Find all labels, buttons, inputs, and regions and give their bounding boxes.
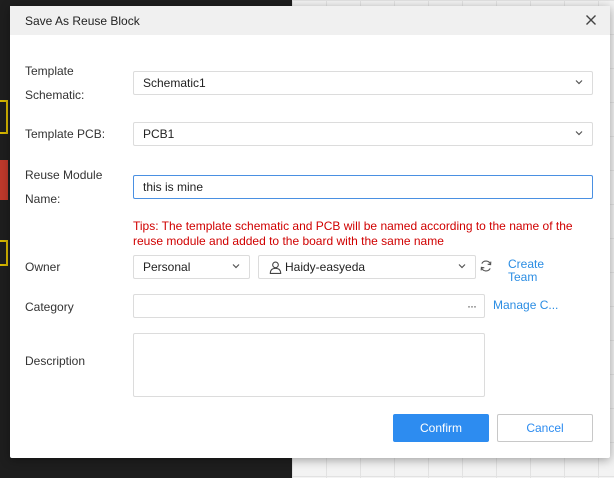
reuse-module-name-value: this is mine	[143, 180, 204, 194]
reuse-module-name-label-line2: Name:	[25, 192, 61, 206]
template-pcb-label: Template PCB:	[25, 127, 106, 141]
canvas-shape-yellow-bottom	[0, 240, 8, 266]
template-schematic-select[interactable]: Schematic1	[133, 71, 593, 95]
cancel-button[interactable]: Cancel	[497, 414, 593, 442]
template-schematic-label: Template	[25, 64, 74, 78]
create-team-link[interactable]: Create Team	[508, 258, 544, 284]
chevron-down-icon	[575, 80, 583, 85]
template-schematic-value: Schematic1	[143, 76, 206, 90]
owner-user-select[interactable]: Haidy-easyeda	[258, 255, 476, 279]
dialog-title: Save As Reuse Block	[25, 14, 140, 28]
template-schematic-label-line2: Schematic:	[25, 88, 85, 102]
save-as-reuse-block-dialog: Save As Reuse Block Template Schematic: …	[10, 6, 610, 458]
canvas-shape-yellow-top	[0, 100, 8, 134]
chevron-down-icon	[458, 264, 466, 269]
reuse-module-name-label: Reuse Module	[25, 168, 103, 182]
manage-category-link[interactable]: Manage C...	[493, 298, 558, 312]
owner-type-select[interactable]: Personal	[133, 255, 250, 279]
user-icon	[269, 261, 282, 274]
confirm-button[interactable]: Confirm	[393, 414, 489, 442]
chevron-down-icon	[575, 131, 583, 136]
refresh-icon[interactable]	[479, 259, 493, 273]
dialog-titlebar: Save As Reuse Block	[10, 6, 610, 35]
description-textarea[interactable]	[133, 333, 485, 397]
template-pcb-select[interactable]: PCB1	[133, 122, 593, 146]
chevron-down-icon	[232, 264, 240, 269]
reuse-module-name-input[interactable]: this is mine	[133, 175, 593, 199]
more-icon[interactable]: ···	[467, 295, 477, 317]
category-label: Category	[25, 300, 74, 314]
description-label: Description	[25, 354, 86, 368]
owner-type-value: Personal	[143, 260, 191, 274]
template-pcb-value: PCB1	[143, 127, 175, 141]
owner-user-value: Haidy-easyeda	[285, 260, 366, 274]
canvas-shape-red	[0, 160, 8, 200]
tips-text: Tips: The template schematic and PCB wil…	[133, 219, 573, 248]
close-icon[interactable]	[583, 12, 599, 28]
category-input[interactable]: ···	[133, 294, 485, 318]
owner-label: Owner	[25, 260, 61, 274]
